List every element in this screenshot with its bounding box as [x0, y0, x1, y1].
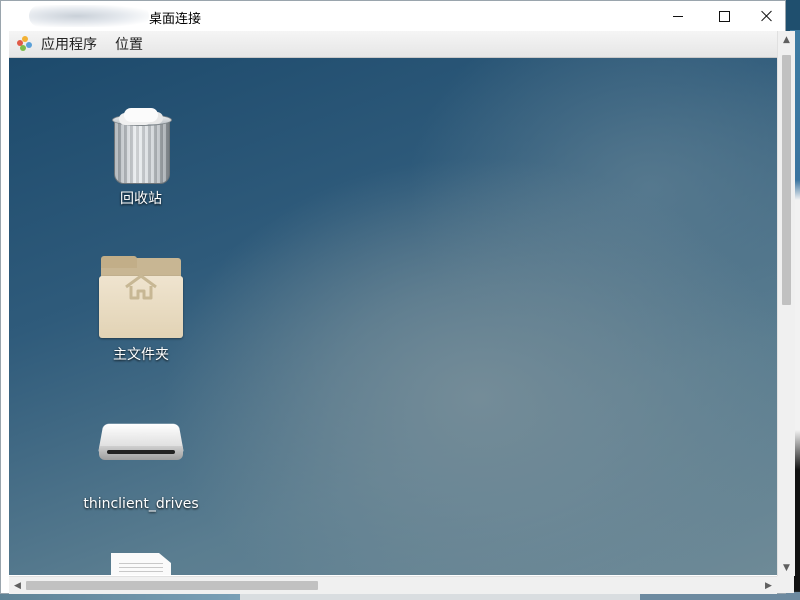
- desktop-icon-label: 主文件夹: [113, 347, 169, 363]
- maximize-button[interactable]: [701, 1, 747, 31]
- close-button[interactable]: [747, 1, 787, 31]
- desktop-icon-thinclient-drives[interactable]: thinclient_drives: [81, 416, 201, 512]
- close-icon: [761, 10, 773, 22]
- minimize-button[interactable]: [655, 1, 701, 31]
- title-bar[interactable]: 桌面连接: [1, 1, 785, 31]
- applications-menu-label: 应用程序: [41, 37, 97, 53]
- places-menu[interactable]: 位置: [107, 31, 153, 57]
- vertical-scrollbar[interactable]: ▲ ▼: [777, 31, 795, 576]
- remote-desktop-area[interactable]: 回收站 主文件夹 thinclient_drives: [9, 58, 777, 575]
- scrollbar-corner: [777, 576, 794, 593]
- horizontal-scroll-thumb[interactable]: [26, 581, 318, 590]
- scroll-right-arrow-icon[interactable]: ▶: [760, 577, 777, 594]
- minimize-icon: [673, 15, 683, 17]
- home-folder-icon: [99, 256, 183, 340]
- scroll-left-arrow-icon[interactable]: ◀: [9, 577, 26, 594]
- maximize-icon: [718, 10, 730, 22]
- desktop-icon-label: 回收站: [120, 191, 162, 207]
- drive-icon: [98, 416, 184, 476]
- desktop-icon-label: thinclient_drives: [83, 496, 199, 512]
- document-icon-lines: [119, 563, 163, 575]
- window-title: 桌面连接: [149, 12, 202, 27]
- trash-icon: [112, 108, 172, 184]
- places-menu-label: 位置: [115, 37, 143, 53]
- blurred-title-prefix: [29, 5, 149, 27]
- remote-desktop-window: 桌面连接 应用程序 位置 回收站 主文件夹 thinclient_drives …: [0, 0, 795, 594]
- horizontal-scrollbar[interactable]: ◀ ▶: [9, 576, 777, 594]
- vertical-scroll-thumb[interactable]: [782, 55, 791, 305]
- scroll-up-arrow-icon[interactable]: ▲: [778, 31, 795, 48]
- scroll-down-arrow-icon[interactable]: ▼: [778, 559, 795, 576]
- applications-menu[interactable]: 应用程序: [9, 31, 107, 57]
- desktop-icon-trash[interactable]: 回收站: [81, 108, 201, 208]
- gnome-top-panel: 应用程序 位置: [9, 31, 777, 58]
- desktop-icon-home-folder[interactable]: 主文件夹: [81, 256, 201, 364]
- applications-icon: [17, 36, 33, 52]
